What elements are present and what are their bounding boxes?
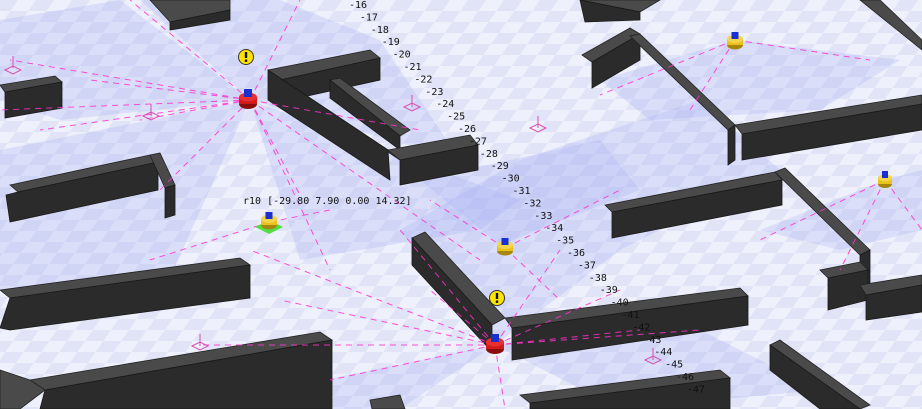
ruler-tick-label: -44 [654, 347, 672, 358]
ruler-tick-label: -36 [567, 248, 585, 259]
ruler-tick-label: -17 [360, 12, 378, 23]
ruler-tick-label: -22 [414, 74, 432, 85]
ruler-tick-label: -35 [556, 236, 574, 247]
ruler-tick-label: -30 [502, 174, 520, 185]
ruler-tick-label: -39 [600, 285, 618, 296]
simulation-viewport[interactable]: -16 -17 -18 -19 -20 -21 -22 -23 -24 -25 -26 -27 -28-… [0, 0, 922, 409]
robot-head [265, 212, 273, 219]
ruler-tick-label: -18 [371, 25, 389, 36]
ruler-tick-label: -27 [469, 136, 487, 147]
ruler-tick-label: -38 [589, 273, 607, 284]
robot-head [501, 238, 509, 245]
ruler-tick-label: -21 [404, 62, 422, 73]
ruler-tick-label: -32 [523, 198, 541, 209]
ruler-tick-label: -25 [447, 112, 465, 123]
ruler-tick-label: -40 [611, 298, 629, 309]
ruler-tick-label: -34 [545, 223, 563, 234]
wall-segment [164, 184, 176, 219]
ruler-tick-label: -28 [480, 149, 498, 160]
ruler-tick-label: -43 [643, 335, 661, 346]
ruler-tick-label: -20 [393, 50, 411, 61]
ruler-tick-label: -37 [578, 260, 596, 271]
exclamation-icon [238, 49, 254, 65]
ruler-tick-label: -29 [491, 161, 509, 172]
robot-head [244, 89, 252, 97]
robot-head [882, 171, 888, 178]
ruler-tick-label: -26 [458, 124, 476, 135]
exclamation-icon [489, 290, 505, 306]
robot-readout: r10 [-29.80 7.90 0.00 14.32] [243, 196, 412, 207]
ruler-tick-label: -46 [676, 372, 694, 383]
ruler-tick-label: -41 [622, 310, 640, 321]
ruler-tick-label: -45 [665, 360, 683, 371]
ruler-tick-label: -31 [513, 186, 531, 197]
ruler-tick-label: -24 [436, 99, 454, 110]
robot-head [731, 32, 739, 39]
ruler-tick-label: -42 [632, 322, 650, 333]
world-canvas[interactable]: -16-17-18-19-20-21-22-23-24-25-26-27-28-… [0, 0, 922, 409]
robot-head [491, 334, 499, 342]
ruler-tick-label: -33 [534, 211, 552, 222]
ruler-tick-label: -47 [687, 384, 705, 395]
ruler-tick-label: -16 [349, 0, 367, 11]
wall-segment [727, 124, 736, 166]
ruler-tick-label: -19 [382, 37, 400, 48]
ruler-tick-label: -23 [425, 87, 443, 98]
